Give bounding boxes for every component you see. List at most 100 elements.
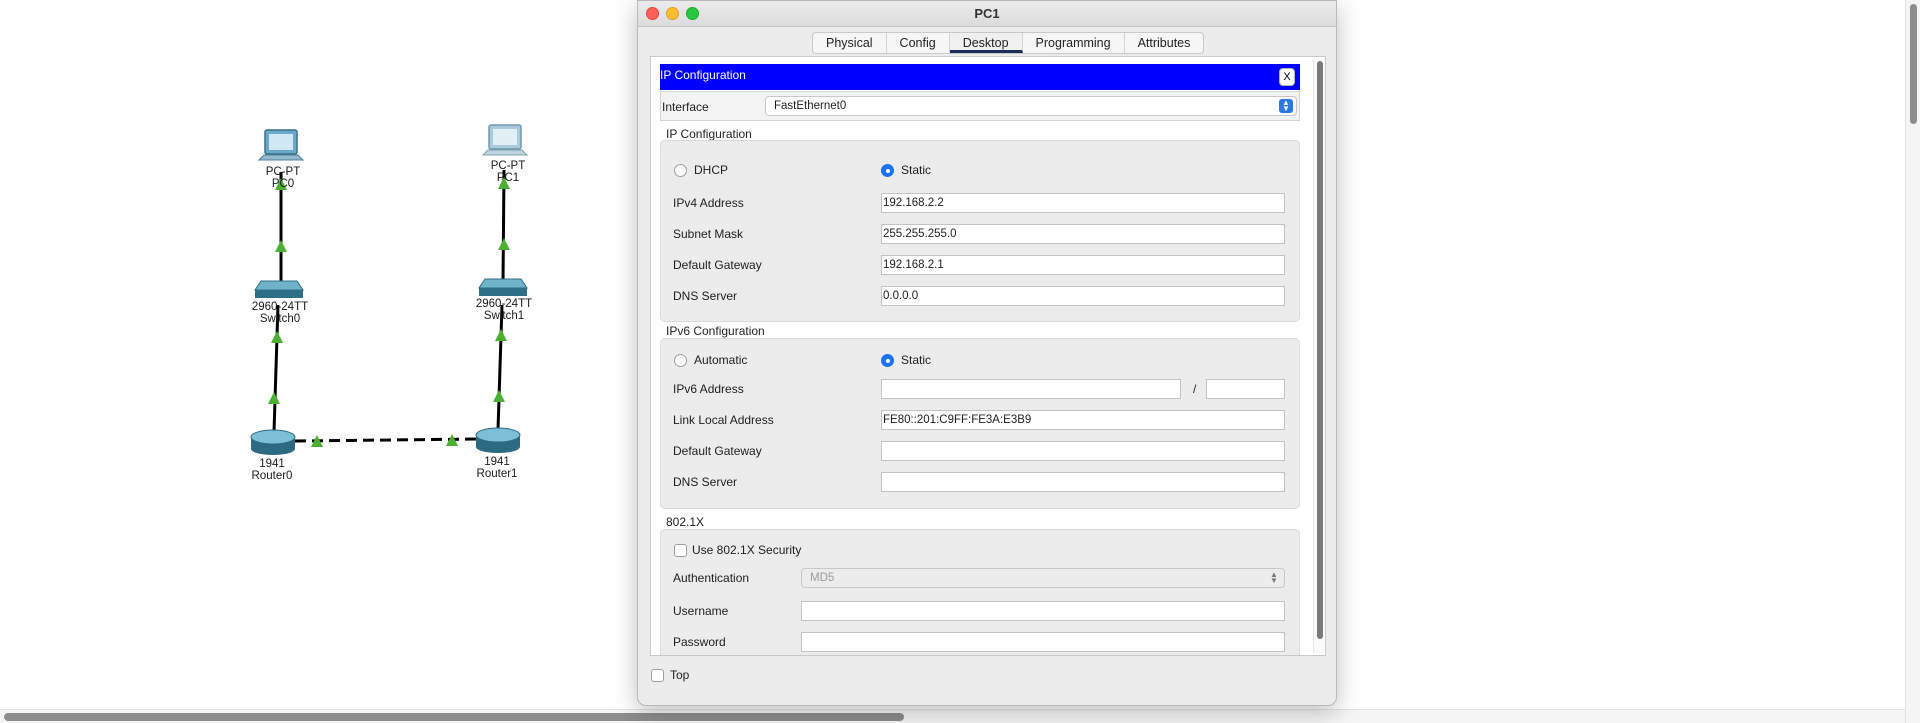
static-label: Static [901, 163, 932, 177]
desktop-panel: IP Configuration X Interface FastEtherne… [650, 56, 1326, 656]
dhcp-label: DHCP [694, 163, 729, 177]
automatic-label: Automatic [694, 353, 748, 367]
ipv6-prefix-field[interactable] [1206, 379, 1285, 399]
ipv6-static-label: Static [901, 353, 932, 367]
tab-physical[interactable]: Physical [813, 33, 887, 53]
ipv4-address-label: IPv4 Address [673, 196, 744, 210]
panel-scrollbar[interactable] [1313, 59, 1325, 653]
switch1-label: 2960-24TT Switch1 [459, 298, 549, 322]
interface-row: Interface FastEthernet0 ▲ ▼ [660, 91, 1300, 121]
router1-icon[interactable] [475, 427, 521, 453]
scrollbar-thumb[interactable] [1910, 4, 1917, 124]
use-8021x-label: Use 802.1X Security [692, 543, 802, 557]
router1-label: 1941 Router1 [452, 456, 542, 480]
pc1-icon[interactable] [481, 124, 529, 156]
interface-select[interactable]: FastEthernet0 ▲ ▼ [765, 96, 1297, 116]
dot1x-group: Use 802.1X Security Authentication MD5 ▲… [660, 529, 1300, 655]
window-titlebar[interactable]: PC1 [638, 1, 1336, 27]
horizontal-scrollbar[interactable] [0, 709, 1905, 723]
device-model: PC-PT [490, 160, 526, 172]
switch1-icon[interactable] [478, 278, 528, 296]
authentication-label: Authentication [673, 571, 750, 585]
dns-server-label: DNS Server [673, 289, 738, 303]
static-radio[interactable] [881, 164, 894, 177]
ipv6-dns-label: DNS Server [673, 475, 738, 489]
switch0-label: 2960-24TT Switch0 [235, 301, 325, 325]
device-model: 1941 [484, 456, 510, 468]
dns-server-field[interactable]: 0.0.0.0 [881, 286, 1285, 306]
device-name: PC1 [496, 172, 520, 184]
link-local-field[interactable]: FE80::201:C9FF:FE3A:E3B9 [881, 410, 1285, 430]
device-model: PC-PT [265, 166, 301, 178]
tab-bar: Physical Config Desktop Programming Attr… [812, 32, 1205, 54]
scrollbar-thumb[interactable] [1317, 61, 1323, 639]
scrollbar-thumb[interactable] [4, 713, 904, 721]
prefix-slash: / [1193, 382, 1197, 396]
link-up-arrow [498, 238, 510, 250]
top-label: Top [670, 668, 690, 682]
default-gateway-label: Default Gateway [673, 258, 762, 272]
ipv4-section-title: IP Configuration [666, 127, 752, 141]
device-model: 2960-24TT [475, 298, 533, 310]
pc0-icon[interactable] [257, 129, 305, 161]
chevron-updown-icon: ▲ ▼ [1270, 570, 1278, 585]
tab-desktop[interactable]: Desktop [949, 33, 1023, 53]
ipv6-address-label: IPv6 Address [673, 382, 744, 396]
link-up-arrow [275, 240, 287, 252]
router0-icon[interactable] [250, 429, 296, 455]
automatic-radio[interactable] [674, 354, 687, 367]
device-window: PC1 Physical Config Desktop Programming … [637, 0, 1337, 706]
ipv6-static-radio[interactable] [881, 354, 894, 367]
topology-links [250, 124, 529, 455]
subnet-mask-label: Subnet Mask [673, 227, 744, 241]
default-gateway-field[interactable]: 192.168.2.1 [881, 255, 1285, 275]
dot1x-section-title: 802.1X [666, 515, 705, 529]
device-model: 1941 [259, 458, 285, 470]
pc0-label: PC-PT PC0 [238, 166, 328, 190]
ipv4-group: DHCP Static IPv4 Address 192.168.2.2 Sub… [660, 140, 1300, 322]
subnet-mask-field[interactable]: 255.255.255.0 [881, 224, 1285, 244]
username-label: Username [673, 604, 729, 618]
authentication-select[interactable]: MD5 ▲ ▼ [801, 568, 1285, 588]
link-switch1-router1 [496, 304, 504, 431]
ipv6-address-field[interactable] [881, 379, 1181, 399]
router0-label: 1941 Router0 [227, 458, 317, 482]
tab-attributes[interactable]: Attributes [1125, 33, 1204, 53]
top-checkbox[interactable] [651, 669, 664, 682]
screen: PC-PT PC0 PC-PT PC1 2960-24TT Switch0 29… [0, 0, 1920, 723]
vertical-scrollbar[interactable] [1905, 0, 1920, 723]
chevron-updown-icon: ▲ ▼ [1279, 99, 1293, 113]
link-up-arrow [493, 390, 505, 402]
interface-value: FastEthernet0 [774, 100, 847, 112]
device-name: PC0 [271, 178, 295, 190]
tab-programming[interactable]: Programming [1023, 33, 1125, 53]
ip-config-header: IP Configuration X [660, 64, 1300, 90]
link-local-label: Link Local Address [673, 413, 774, 427]
device-name: Router1 [476, 468, 518, 480]
tab-config[interactable]: Config [887, 33, 950, 53]
device-name: Switch0 [259, 313, 301, 325]
ipv6-gateway-field[interactable] [881, 441, 1285, 461]
ipv4-address-field[interactable]: 192.168.2.2 [881, 193, 1285, 213]
pc1-label: PC-PT PC1 [463, 160, 553, 184]
username-field[interactable] [801, 601, 1285, 621]
password-field[interactable] [801, 632, 1285, 652]
ip-config-header-title: IP Configuration [660, 68, 746, 82]
link-up-arrow [271, 331, 283, 343]
authentication-value: MD5 [810, 572, 835, 584]
ipv6-section-title: IPv6 Configuration [666, 324, 765, 338]
device-model: 2960-24TT [251, 301, 309, 313]
device-name: Switch1 [483, 310, 525, 322]
window-title: PC1 [974, 6, 1000, 21]
ipv6-dns-field[interactable] [881, 472, 1285, 492]
close-ip-config-button[interactable]: X [1279, 68, 1295, 86]
use-8021x-checkbox[interactable] [674, 544, 687, 557]
ipv6-group: Automatic Static IPv6 Address / Link Loc… [660, 338, 1300, 509]
interface-label: Interface [662, 100, 709, 114]
switch0-icon[interactable] [254, 280, 304, 298]
ipv6-gateway-label: Default Gateway [673, 444, 762, 458]
dhcp-radio[interactable] [674, 164, 687, 177]
password-label: Password [673, 635, 726, 649]
link-up-arrow [495, 329, 507, 341]
device-name: Router0 [251, 470, 293, 482]
